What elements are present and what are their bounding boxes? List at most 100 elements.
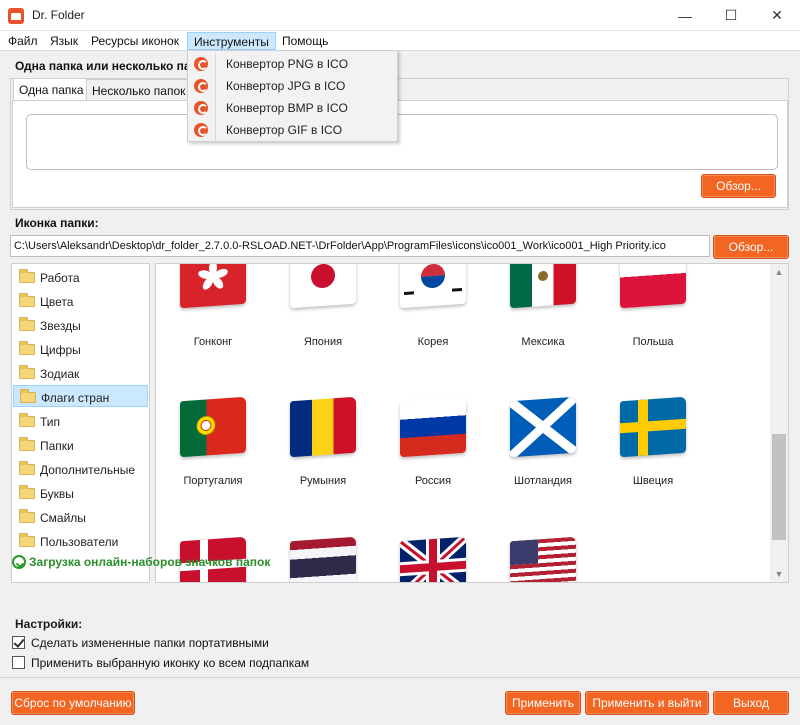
- settings-title: Настройки:: [15, 617, 83, 631]
- category-label: Звезды: [40, 319, 81, 333]
- close-button[interactable]: ✕: [754, 0, 800, 31]
- sweden-flag-folder-icon: [620, 396, 686, 458]
- category-item-smileys[interactable]: Смайлы: [13, 506, 148, 528]
- exit-button[interactable]: Выход: [713, 691, 789, 715]
- minimize-button[interactable]: —: [662, 0, 708, 31]
- category-label: Дополнительные: [40, 463, 135, 477]
- icon-grid-scrollbar[interactable]: ▲ ▼: [770, 264, 788, 582]
- category-item-work[interactable]: Работа: [13, 266, 148, 288]
- icon-item[interactable]: [488, 536, 598, 582]
- category-list: Работа Цвета Звезды Цифры Зодиак Флаги с…: [11, 263, 150, 583]
- icon-label: Япония: [303, 336, 343, 348]
- icon-label: Португалия: [183, 475, 243, 487]
- scroll-down-arrow-icon[interactable]: ▼: [770, 566, 788, 582]
- menu-item-bmp-converter[interactable]: Конвертор BMP в ICO: [188, 97, 397, 119]
- portugal-flag-folder-icon: [180, 396, 246, 458]
- poland-flag-folder-icon: [620, 264, 686, 309]
- icon-group-title: Иконка папки:: [15, 216, 99, 230]
- folder-icon: [19, 413, 35, 427]
- scroll-up-arrow-icon[interactable]: ▲: [770, 264, 788, 280]
- menu-item-jpg-converter[interactable]: Конвертор JPG в ICO: [188, 75, 397, 97]
- icon-label: Румыния: [299, 475, 347, 487]
- menu-file[interactable]: Файл: [2, 32, 44, 50]
- checkbox-label: Сделать измененные папки портативными: [31, 636, 269, 650]
- japan-flag-folder-icon: [290, 264, 356, 309]
- category-item-colors[interactable]: Цвета: [13, 290, 148, 312]
- folder-icon: [19, 293, 35, 307]
- category-item-zodiac[interactable]: Зодиак: [13, 362, 148, 384]
- app-folder-icon: [8, 8, 24, 24]
- scrollbar-thumb[interactable]: [772, 434, 786, 540]
- converter-icon: [194, 57, 208, 71]
- folder-icon: [20, 389, 36, 403]
- icon-path-input[interactable]: C:\Users\Aleksandr\Desktop\dr_folder_2.7…: [10, 235, 710, 257]
- icon-item[interactable]: Румыния: [268, 396, 378, 529]
- folder-group-title: Одна папка или несколько папок: [15, 59, 212, 73]
- icon-item[interactable]: Швеция: [598, 396, 708, 529]
- download-icon: [12, 555, 26, 569]
- korea-flag-folder-icon: [400, 264, 466, 309]
- menu-icon-resources[interactable]: Ресурсы иконок: [85, 32, 185, 50]
- category-label: Цифры: [40, 343, 81, 357]
- menu-item-label: Конвертор PNG в ICO: [226, 57, 349, 71]
- folder-icon: [19, 509, 35, 523]
- icon-item[interactable]: [378, 536, 488, 582]
- converter-icon: [194, 79, 208, 93]
- menu-item-label: Конвертор JPG в ICO: [226, 79, 346, 93]
- menu-language[interactable]: Язык: [44, 32, 84, 50]
- apply-button[interactable]: Применить: [505, 691, 581, 715]
- maximize-button[interactable]: ☐: [708, 0, 754, 31]
- icon-item[interactable]: [268, 536, 378, 582]
- apply-to-subfolders-checkbox[interactable]: [12, 656, 25, 669]
- category-label: Смайлы: [40, 511, 86, 525]
- reset-defaults-button[interactable]: Сброс по умолчанию: [11, 691, 135, 715]
- icon-item[interactable]: Гонконг: [158, 264, 268, 394]
- category-item-type[interactable]: Тип: [13, 410, 148, 432]
- icon-item[interactable]: Португалия: [158, 396, 268, 529]
- single-folder-panel: [12, 100, 788, 208]
- menu-item-gif-converter[interactable]: Конвертор GIF в ICO: [188, 119, 397, 141]
- category-item-additional[interactable]: Дополнительные: [13, 458, 148, 480]
- category-label: Тип: [40, 415, 61, 429]
- category-item-flags[interactable]: Флаги стран: [13, 385, 148, 407]
- folder-icon: [19, 269, 35, 283]
- tab-multiple-folders[interactable]: Несколько папок: [86, 79, 188, 101]
- icon-item[interactable]: Корея: [378, 264, 488, 394]
- menu-help[interactable]: Помощь: [276, 32, 334, 50]
- menu-tools[interactable]: Инструменты: [187, 32, 276, 50]
- tab-single-folder[interactable]: Одна папка: [13, 78, 90, 101]
- icon-item[interactable]: Япония: [268, 264, 378, 394]
- menu-bar: Файл Язык Ресурсы иконок Инструменты Пом…: [0, 31, 800, 51]
- category-label: Работа: [40, 271, 80, 285]
- browse-folder-button[interactable]: Обзор...: [701, 174, 776, 198]
- category-item-digits[interactable]: Цифры: [13, 338, 148, 360]
- icon-label: Гонконг: [193, 336, 233, 348]
- icon-label: Польша: [632, 336, 674, 348]
- mexico-flag-folder-icon: [510, 264, 576, 309]
- category-label: Зодиак: [40, 367, 80, 381]
- icon-label: Россия: [414, 475, 452, 487]
- folder-icon: [19, 485, 35, 499]
- category-item-users[interactable]: Пользователи: [13, 530, 148, 552]
- browse-icon-button[interactable]: Обзор...: [713, 235, 789, 259]
- icon-item[interactable]: Мексика: [488, 264, 598, 394]
- icon-label: Швеция: [632, 475, 674, 487]
- usa-flag-folder-icon: [510, 536, 576, 582]
- category-item-stars[interactable]: Звезды: [13, 314, 148, 336]
- folder-icon: [19, 461, 35, 475]
- icon-item[interactable]: Россия: [378, 396, 488, 529]
- menu-item-png-converter[interactable]: Конвертор PNG в ICO: [188, 53, 397, 75]
- icon-item[interactable]: Польша: [598, 264, 708, 394]
- icon-item[interactable]: Шотландия: [488, 396, 598, 529]
- apply-and-exit-button[interactable]: Применить и выйти: [585, 691, 709, 715]
- folder-path-area[interactable]: [26, 114, 778, 170]
- romania-flag-folder-icon: [290, 396, 356, 458]
- portable-folders-checkbox[interactable]: [12, 636, 25, 649]
- category-item-letters[interactable]: Буквы: [13, 482, 148, 504]
- category-item-folders[interactable]: Папки: [13, 434, 148, 456]
- checkbox-label: Применить выбранную иконку ко всем подпа…: [31, 656, 310, 670]
- tools-dropdown-menu: Конвертор PNG в ICO Конвертор JPG в ICO …: [187, 50, 398, 142]
- category-label: Буквы: [40, 487, 74, 501]
- folder-icon: [19, 437, 35, 451]
- folder-icon: [19, 365, 35, 379]
